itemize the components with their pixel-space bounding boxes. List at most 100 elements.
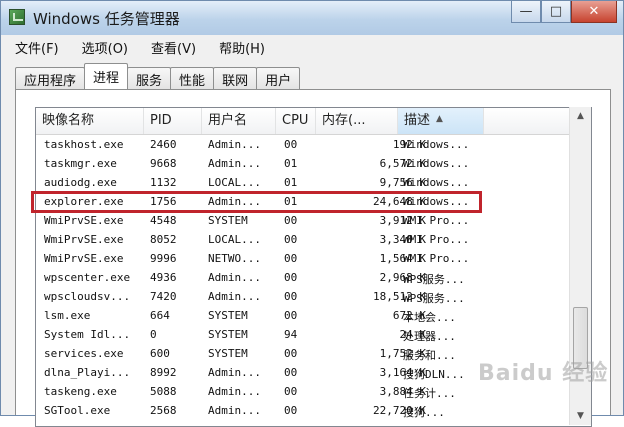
column-header-memory[interactable]: 内存(... (316, 108, 398, 134)
table-row[interactable]: WmiPrvSE.exe 4548 SYSTEM 00 3,912 K WMI Pro..… (36, 211, 571, 230)
process-name: lsm.exe (44, 309, 91, 322)
title-bar[interactable]: Windows 任务管理器 — □ ✕ (1, 1, 623, 35)
tab-users[interactable]: 用户 (256, 67, 301, 89)
process-cpu: 00 (284, 271, 298, 284)
table-row[interactable]: wpscenter.exe 4936 Admin... 00 2,968 K WPS服务.… (36, 268, 571, 287)
process-pid: 0 (150, 328, 157, 341)
process-description: 服务和... (403, 349, 456, 362)
table-row[interactable]: lsm.exe 664 SYSTEM 00 672 K 本地会... (36, 306, 571, 325)
process-cpu: 00 (284, 347, 298, 360)
process-name: taskeng.exe (44, 385, 117, 398)
menu-help[interactable]: 帮助(H) (205, 37, 274, 57)
tab-processes[interactable]: 进程 (84, 63, 129, 89)
process-username: Admin... (208, 271, 261, 284)
minimize-button[interactable]: — (511, 1, 541, 23)
process-description: 处理器... (403, 330, 456, 343)
process-description: WPS服务... (403, 292, 465, 305)
tab-applications[interactable]: 应用程序 (15, 67, 86, 89)
scroll-up-icon[interactable]: ▲ (570, 107, 591, 125)
process-username: Admin... (208, 366, 261, 379)
process-name: explorer.exe (44, 195, 124, 208)
menu-view[interactable]: 查看(V) (137, 37, 205, 57)
process-cpu: 00 (284, 366, 298, 379)
process-pid: 1132 (150, 176, 177, 189)
process-description: 任务计... (403, 387, 456, 400)
process-name: wpscloudsv... (44, 290, 131, 303)
process-description: WMI Pro... (403, 252, 470, 265)
process-cpu: 00 (284, 290, 298, 303)
process-name: services.exe (44, 347, 124, 360)
process-pid: 4548 (150, 214, 177, 227)
column-header-pid[interactable]: PID (144, 108, 202, 134)
process-cpu: 01 (284, 195, 298, 208)
process-pid: 8992 (150, 366, 177, 379)
process-username: Admin... (208, 404, 261, 417)
process-description: WMI Pro... (403, 233, 470, 246)
process-username: SYSTEM (208, 214, 248, 227)
process-pid: 7420 (150, 290, 177, 303)
column-header-username[interactable]: 用户名 (202, 108, 276, 134)
process-name: System Idl... (44, 328, 131, 341)
column-header-description[interactable]: 描述 ▲ (398, 108, 484, 134)
process-description: 本地会... (403, 311, 456, 324)
sort-ascending-icon: ▲ (436, 114, 443, 124)
process-cpu: 00 (284, 252, 298, 265)
process-description: Windows... (403, 157, 470, 170)
process-cpu: 00 (284, 138, 298, 151)
table-row[interactable]: System Idl... 0 SYSTEM 94 24 K 处理器... (36, 325, 571, 344)
tab-networking[interactable]: 联网 (213, 67, 258, 89)
close-button[interactable]: ✕ (571, 1, 617, 23)
menu-file[interactable]: 文件(F) (1, 37, 68, 57)
process-cpu: 00 (284, 385, 298, 398)
process-pid: 9668 (150, 157, 177, 170)
table-row[interactable]: taskhost.exe 2460 Admin... 00 192 K Windows..… (36, 135, 571, 154)
process-description: WMI Pro... (403, 214, 470, 227)
process-pid: 664 (150, 309, 170, 322)
process-username: Admin... (208, 157, 261, 170)
maximize-button[interactable]: □ (541, 1, 571, 23)
process-cpu: 94 (284, 328, 298, 341)
column-header-description-label: 描述 (404, 113, 431, 128)
process-pid: 8052 (150, 233, 177, 246)
table-row[interactable]: taskmgr.exe 9668 Admin... 01 6,572 K Windows.… (36, 154, 571, 173)
process-username: LOCAL... (208, 176, 261, 189)
process-username: LOCAL... (208, 233, 261, 246)
table-row[interactable]: wpscloudsv... 7420 Admin... 00 18,512 K WPS服务… (36, 287, 571, 306)
caption-buttons: — □ ✕ (511, 1, 617, 23)
process-name: taskmgr.exe (44, 157, 117, 170)
process-cpu: 01 (284, 176, 298, 189)
baidu-watermark: Baidu 经验 (478, 361, 609, 386)
tab-strip: 应用程序 进程 服务 性能 联网 用户 (15, 63, 301, 89)
process-username: SYSTEM (208, 328, 248, 341)
process-username: SYSTEM (208, 347, 248, 360)
process-username: NETWO... (208, 252, 261, 265)
scroll-down-icon[interactable]: ▼ (570, 407, 591, 425)
process-cpu: 01 (284, 157, 298, 170)
table-row[interactable]: WmiPrvSE.exe 9996 NETWO... 00 1,564 K WMI Pro… (36, 249, 571, 268)
table-row[interactable]: explorer.exe 1756 Admin... 01 24,648 K Window… (36, 192, 571, 211)
process-description: Windows... (403, 138, 470, 151)
process-cpu: 00 (284, 214, 298, 227)
process-name: WmiPrvSE.exe (44, 214, 124, 227)
process-name: SGTool.exe (44, 404, 111, 417)
table-row[interactable]: WmiPrvSE.exe 8052 LOCAL... 00 3,340 K WMI Pro… (36, 230, 571, 249)
process-description: WPS服务... (403, 273, 465, 286)
process-description: Windows... (403, 195, 470, 208)
process-pid: 5088 (150, 385, 177, 398)
process-name: dlna_Playi... (44, 366, 131, 379)
table-row[interactable]: SGTool.exe 2568 Admin... 00 22,720 K 搜狗... (36, 401, 571, 420)
column-header-cpu[interactable]: CPU (276, 108, 316, 134)
tab-services[interactable]: 服务 (127, 67, 172, 89)
column-header-row: 映像名称 PID 用户名 CPU 内存(... 描述 ▲ (36, 108, 571, 135)
process-name: taskhost.exe (44, 138, 124, 151)
table-row[interactable]: audiodg.exe 1132 LOCAL... 01 9,756 K Windows.… (36, 173, 571, 192)
tab-performance[interactable]: 性能 (170, 67, 215, 89)
process-pid: 600 (150, 347, 170, 360)
process-name: WmiPrvSE.exe (44, 233, 124, 246)
process-username: Admin... (208, 385, 261, 398)
task-manager-icon (9, 9, 25, 25)
column-header-image-name[interactable]: 映像名称 (36, 108, 144, 134)
process-cpu: 00 (284, 233, 298, 246)
menu-options[interactable]: 选项(O) (68, 37, 137, 57)
process-name: audiodg.exe (44, 176, 117, 189)
